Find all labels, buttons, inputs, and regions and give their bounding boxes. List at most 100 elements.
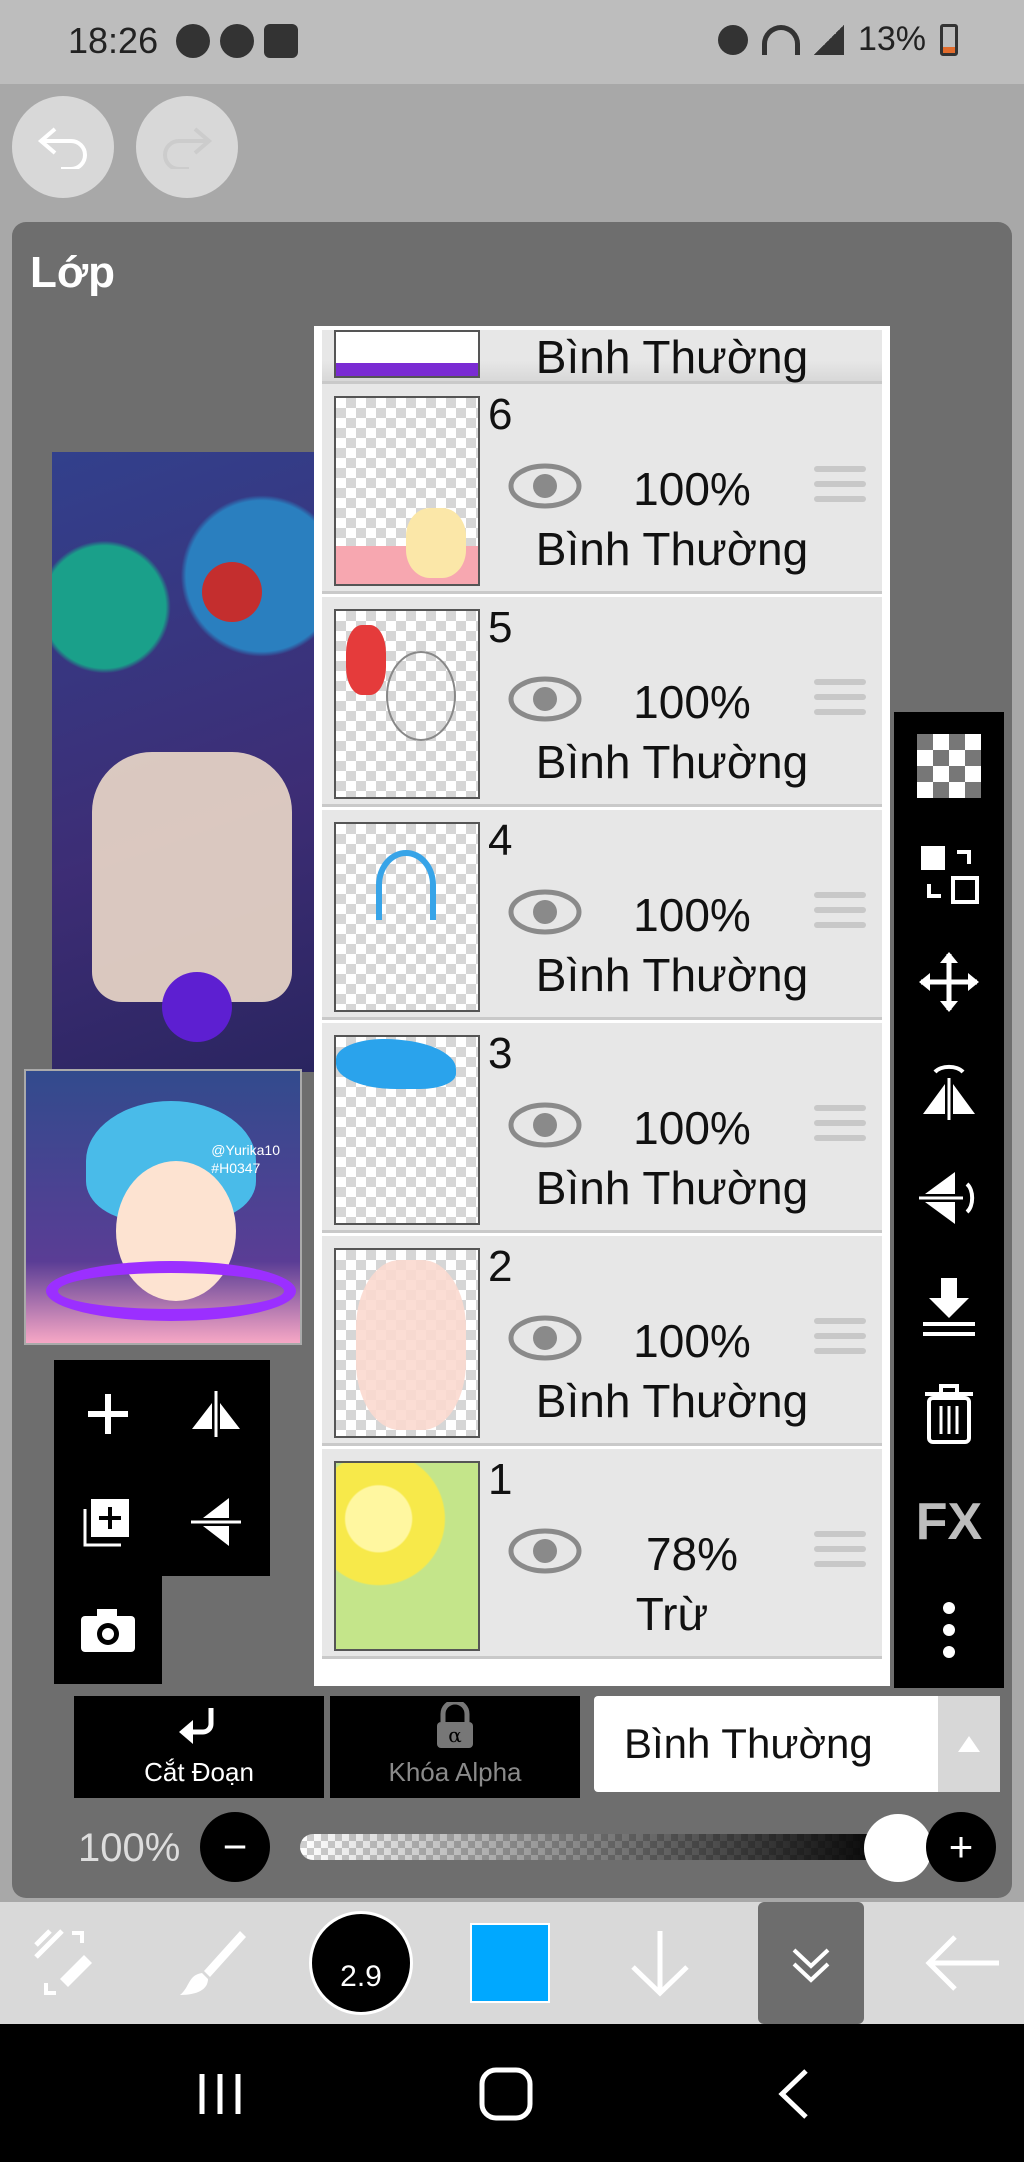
visibility-eye-icon[interactable] (508, 1314, 582, 1362)
canvas-thumbnail[interactable]: @Yurika10 #H0347 (24, 1069, 302, 1345)
drag-handle-icon[interactable] (814, 1105, 866, 1149)
arrow-left-icon (925, 1935, 999, 1991)
color-button[interactable] (460, 1902, 560, 2024)
layer-blend-mode: Bình Thường (535, 523, 809, 575)
chevron-left-icon (778, 2069, 808, 2119)
brush-tool-button[interactable] (162, 1902, 262, 2024)
opacity-value: 100% (78, 1826, 181, 1870)
layer-opacity: 100% (633, 1102, 751, 1154)
flip-horizontal-button[interactable] (162, 1360, 270, 1468)
merge-down-icon (923, 1278, 975, 1336)
layer-row[interactable]: 3 100% Bình Thường (322, 1023, 882, 1233)
screenshot-icon (264, 24, 298, 58)
system-back-button[interactable] (754, 2054, 834, 2134)
flip-horizontal-icon (923, 1064, 975, 1120)
add-layer-button[interactable] (54, 1360, 162, 1468)
opacity-increase-button[interactable]: + (926, 1812, 996, 1882)
artwork-hand (92, 752, 292, 1002)
visibility-eye-icon[interactable] (508, 462, 582, 510)
visibility-eye-icon[interactable] (508, 1527, 582, 1575)
opacity-slider[interactable] (300, 1834, 896, 1860)
signal-icon (813, 24, 844, 55)
drag-handle-icon[interactable] (814, 1318, 866, 1362)
layer-opacity: 78% (645, 1528, 739, 1580)
brush-size-button[interactable]: 2.9 (306, 1902, 416, 2024)
flip-vertical-icon (191, 1498, 241, 1546)
layer-thumbnail (334, 396, 480, 586)
recent-apps-button[interactable] (180, 2054, 260, 2134)
layers-list[interactable]: Bình Thường 6 100% Bình Thường 5 100% Bì… (314, 326, 890, 1686)
arrow-down-icon (631, 1931, 689, 1997)
fx-button[interactable]: FX (894, 1468, 1004, 1576)
move-button[interactable] (894, 928, 1004, 1036)
layer-thumbnail (334, 822, 480, 1012)
layer-opacity: 100% (633, 676, 751, 728)
brush-size-indicator: 2.9 (309, 1911, 413, 2015)
flip-horizontal-rotate-button[interactable] (894, 1036, 1004, 1144)
duplicate-layer-button[interactable] (54, 1468, 162, 1576)
visibility-eye-icon[interactable] (508, 1101, 582, 1149)
alarm-icon (717, 24, 748, 55)
camera-icon (81, 1609, 135, 1652)
scroll-down-button[interactable] (610, 1902, 710, 2024)
artwork-blob (162, 972, 232, 1042)
alpha-lock-button[interactable]: α Khóa Alpha (330, 1696, 580, 1798)
drag-handle-icon[interactable] (814, 1531, 866, 1575)
more-vertical-icon (943, 1602, 955, 1658)
delete-layer-button[interactable] (894, 1360, 1004, 1468)
thumb-tag-line2: #H0347 (211, 1160, 261, 1176)
layer-quick-tools (54, 1360, 270, 1684)
recent-apps-icon (199, 2074, 241, 2114)
layer-row[interactable]: 4 100% Bình Thường (322, 810, 882, 1020)
transparency-button[interactable] (894, 712, 1004, 820)
layer-row[interactable]: 5 100% Bình Thường (322, 597, 882, 807)
svg-text:α: α (448, 1723, 462, 1747)
blend-mode-dropdown-button[interactable] (938, 1696, 1000, 1792)
layer-row[interactable]: 6 100% Bình Thường (322, 384, 882, 594)
selection-tool-button[interactable] (14, 1902, 114, 2024)
main-toolbar: 2.9 (0, 1902, 1024, 2024)
more-options-button[interactable] (894, 1576, 1004, 1684)
battery-percent: 13% (857, 20, 926, 58)
swap-icon (921, 846, 979, 904)
drag-handle-icon[interactable] (814, 679, 866, 723)
back-button[interactable] (912, 1902, 1012, 2024)
undo-button[interactable] (12, 96, 114, 198)
camera-button[interactable] (54, 1576, 162, 1684)
layer-row[interactable]: 2 100% Bình Thường (322, 1236, 882, 1446)
drag-handle-icon[interactable] (814, 466, 866, 510)
blend-mode-select[interactable]: Bình Thường (594, 1696, 938, 1792)
flip-vertical-button[interactable] (162, 1468, 270, 1576)
duplicate-icon (83, 1499, 129, 1547)
flip-vertical-rotate-button[interactable] (894, 1144, 1004, 1252)
layer-blend-mode: Bình Thường (535, 949, 809, 1001)
lock-icon: α (437, 1699, 473, 1748)
drag-handle-icon[interactable] (814, 892, 866, 936)
flip-vertical-icon (919, 1172, 975, 1224)
notification-icons (176, 24, 298, 58)
opacity-slider-thumb[interactable] (864, 1814, 932, 1882)
layer-number: 1 (488, 1455, 513, 1504)
layer-row[interactable]: Bình Thường (322, 330, 882, 384)
redo-button[interactable] (136, 96, 238, 198)
battery-icon (940, 23, 958, 56)
layers-button[interactable] (758, 1902, 864, 2024)
layer-thumbnail (334, 1035, 480, 1225)
visibility-eye-icon[interactable] (508, 888, 582, 936)
clipping-arrow-icon (179, 1708, 214, 1744)
home-button[interactable] (466, 2054, 546, 2134)
swap-layer-button[interactable] (894, 820, 1004, 928)
layer-row[interactable]: 1 78% Trừ (322, 1449, 882, 1659)
selection-tool-icon (34, 1929, 92, 1995)
messenger-icon (220, 24, 254, 58)
opacity-decrease-button[interactable]: − (200, 1812, 270, 1882)
layer-opacity: 100% (633, 889, 751, 941)
clipping-button[interactable]: Cắt Đoạn (74, 1696, 324, 1798)
thumb-squiggle (46, 1261, 296, 1321)
checkerboard-icon (917, 734, 981, 798)
layer-thumbnail (334, 330, 480, 378)
merge-down-button[interactable] (894, 1252, 1004, 1360)
status-time: 18:26 (68, 20, 159, 61)
visibility-eye-icon[interactable] (508, 675, 582, 723)
brush-icon (180, 1931, 246, 1995)
